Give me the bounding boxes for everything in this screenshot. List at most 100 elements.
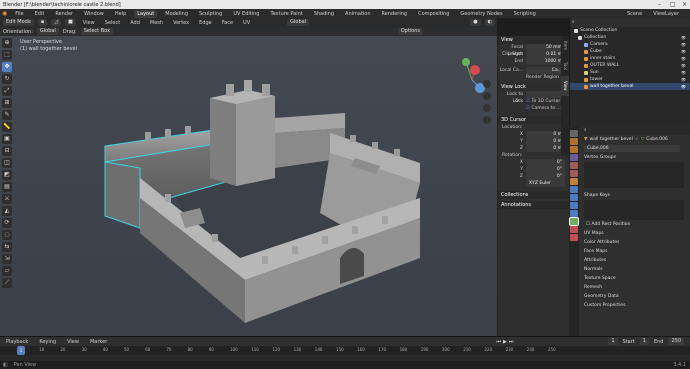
tab-uv-editing[interactable]: UV Editing: [230, 10, 262, 18]
texture-tab-icon[interactable]: [570, 234, 578, 241]
jump-end-icon[interactable]: ⏭: [509, 339, 514, 345]
outliner-item[interactable]: Camera 👁: [570, 41, 690, 48]
annotations-section-header[interactable]: Annotations: [498, 201, 569, 209]
visibility-eye-icon[interactable]: 👁: [681, 76, 686, 83]
close-icon[interactable]: ×: [682, 1, 687, 8]
camera-to-view-checkbox[interactable]: ☑: [526, 105, 530, 112]
cursor-loc-z-field[interactable]: 0 m: [526, 145, 565, 152]
scene-selector[interactable]: Scene: [624, 10, 645, 18]
properties-section-header[interactable]: Texture Space: [570, 274, 690, 283]
properties-section-header[interactable]: UV Maps: [570, 229, 690, 238]
castle-model[interactable]: [0, 18, 497, 336]
cursor-loc-x-field[interactable]: 0 m: [526, 131, 565, 138]
end-frame-field[interactable]: 250: [668, 338, 684, 345]
properties-section-header[interactable]: Remesh: [570, 283, 690, 292]
render-region-checkbox[interactable]: Render Region: [526, 74, 559, 81]
tab-compositing[interactable]: Compositing: [415, 10, 452, 18]
visibility-eye-icon[interactable]: 👁: [681, 83, 686, 90]
vertex-groups-list[interactable]: [584, 162, 684, 188]
material-tab-icon[interactable]: [570, 226, 578, 233]
visibility-eye-icon[interactable]: 👁: [681, 48, 686, 55]
start-frame-field[interactable]: 1: [639, 338, 649, 345]
menu-timeline-view[interactable]: View: [64, 338, 82, 346]
jump-start-icon[interactable]: ⏮: [496, 339, 501, 345]
render-tab-icon[interactable]: [570, 138, 578, 145]
menu-playback[interactable]: Playback: [3, 338, 31, 346]
world-tab-icon[interactable]: [570, 170, 578, 177]
outliner-item[interactable]: Cube 👁: [570, 48, 690, 55]
tab-view[interactable]: View: [561, 76, 569, 96]
mesh-data-tab-icon[interactable]: [569, 217, 579, 226]
cursor-rot-z-field[interactable]: 0°: [526, 173, 565, 180]
view-layer-selector[interactable]: ViewLayer: [650, 10, 682, 18]
local-camera-field[interactable]: Ca...: [526, 67, 565, 74]
visibility-eye-icon[interactable]: 👁: [681, 69, 686, 76]
visibility-eye-icon[interactable]: 👁: [681, 62, 686, 69]
modifier-tab-icon[interactable]: [570, 186, 578, 193]
physics-tab-icon[interactable]: [570, 202, 578, 209]
outliner-item[interactable]: inner stairs 👁: [570, 55, 690, 62]
tab-sculpting[interactable]: Sculpting: [196, 10, 225, 18]
clip-end-field[interactable]: 1000 m: [526, 58, 565, 65]
tab-scripting[interactable]: Scripting: [511, 10, 539, 18]
left-wall-selected[interactable]: [104, 161, 141, 229]
tool-tab-icon[interactable]: [570, 130, 578, 137]
scene-tab-icon[interactable]: [570, 162, 578, 169]
tab-animation[interactable]: Animation: [342, 10, 374, 18]
tab-modeling[interactable]: Modeling: [162, 10, 191, 18]
to-3d-cursor-checkbox[interactable]: ☑: [526, 98, 530, 105]
maximize-icon[interactable]: □: [670, 1, 676, 8]
particles-tab-icon[interactable]: [570, 194, 578, 201]
tab-tool[interactable]: Tool: [561, 56, 569, 76]
properties-section-header[interactable]: Custom Properties: [570, 301, 690, 310]
tab-texture-paint[interactable]: Texture Paint: [267, 10, 305, 18]
cursor-rot-y-field[interactable]: 0°: [526, 166, 565, 173]
tab-item[interactable]: Item: [561, 36, 569, 56]
focal-length-field[interactable]: 50 mm: [526, 44, 565, 51]
properties-section-header[interactable]: Face Maps: [570, 247, 690, 256]
cursor-rot-x-field[interactable]: 0°: [526, 159, 565, 166]
outliner-item[interactable]: Collection 👁: [570, 34, 690, 41]
view-lock-header[interactable]: View Lock: [498, 83, 569, 91]
properties-section-header[interactable]: Normals: [570, 265, 690, 274]
outliner-root[interactable]: Scene Collection: [570, 27, 690, 34]
tab-layout[interactable]: Layout: [134, 9, 158, 18]
search-icon[interactable]: ⌕: [572, 19, 575, 26]
visibility-eye-icon[interactable]: 👁: [681, 41, 686, 48]
outliner-item[interactable]: Sun 👁: [570, 69, 690, 76]
outliner-item[interactable]: tower 👁: [570, 76, 690, 83]
properties-section-header[interactable]: Geometry Data: [570, 292, 690, 301]
timeline-ruler[interactable]: 0102030405060708090100110120130140150160…: [0, 346, 690, 355]
add-rest-position-checkbox[interactable]: ☐ Add Rest Position: [570, 220, 690, 229]
vertex-groups-header[interactable]: Vertex Groups: [570, 153, 690, 162]
menu-marker[interactable]: Marker: [87, 338, 110, 346]
visibility-eye-icon[interactable]: 👁: [681, 55, 686, 62]
rotation-mode-selector[interactable]: XYZ Euler: [526, 180, 565, 187]
play-icon[interactable]: ▶: [503, 339, 507, 345]
outliner-item[interactable]: wall together bevel 👁: [570, 83, 690, 90]
output-tab-icon[interactable]: [570, 146, 578, 153]
navigation-gizmo[interactable]: [462, 58, 485, 93]
playhead[interactable]: 1: [17, 346, 25, 355]
menu-keying[interactable]: Keying: [36, 338, 59, 346]
search-icon[interactable]: ⌕: [584, 127, 587, 134]
lock-to-object-field[interactable]: [526, 91, 565, 98]
mesh-name-field[interactable]: Cube.006: [584, 145, 680, 152]
outliner-item[interactable]: OUTER WALL 👁: [570, 62, 690, 69]
minimize-icon[interactable]: –: [658, 1, 661, 8]
blender-logo-icon[interactable]: ◉: [2, 10, 7, 17]
view-section-header[interactable]: View: [498, 36, 569, 44]
object-tab-icon[interactable]: [570, 178, 578, 185]
menu-window[interactable]: Window: [81, 10, 107, 18]
tab-shading[interactable]: Shading: [311, 10, 337, 18]
render-region-row[interactable]: Render Region: [498, 74, 569, 81]
menu-help[interactable]: Help: [112, 10, 129, 18]
shape-keys-header[interactable]: Shape Keys: [570, 191, 690, 200]
properties-section-header[interactable]: Attributes: [570, 256, 690, 265]
3d-cursor-section-header[interactable]: 3D Cursor: [498, 116, 569, 124]
clip-start-field[interactable]: 0.01 m: [526, 51, 565, 58]
collections-section-header[interactable]: Collections: [498, 191, 569, 199]
current-frame-field[interactable]: 1: [608, 338, 618, 345]
view-layer-tab-icon[interactable]: [570, 154, 578, 161]
constraints-tab-icon[interactable]: [570, 210, 578, 217]
